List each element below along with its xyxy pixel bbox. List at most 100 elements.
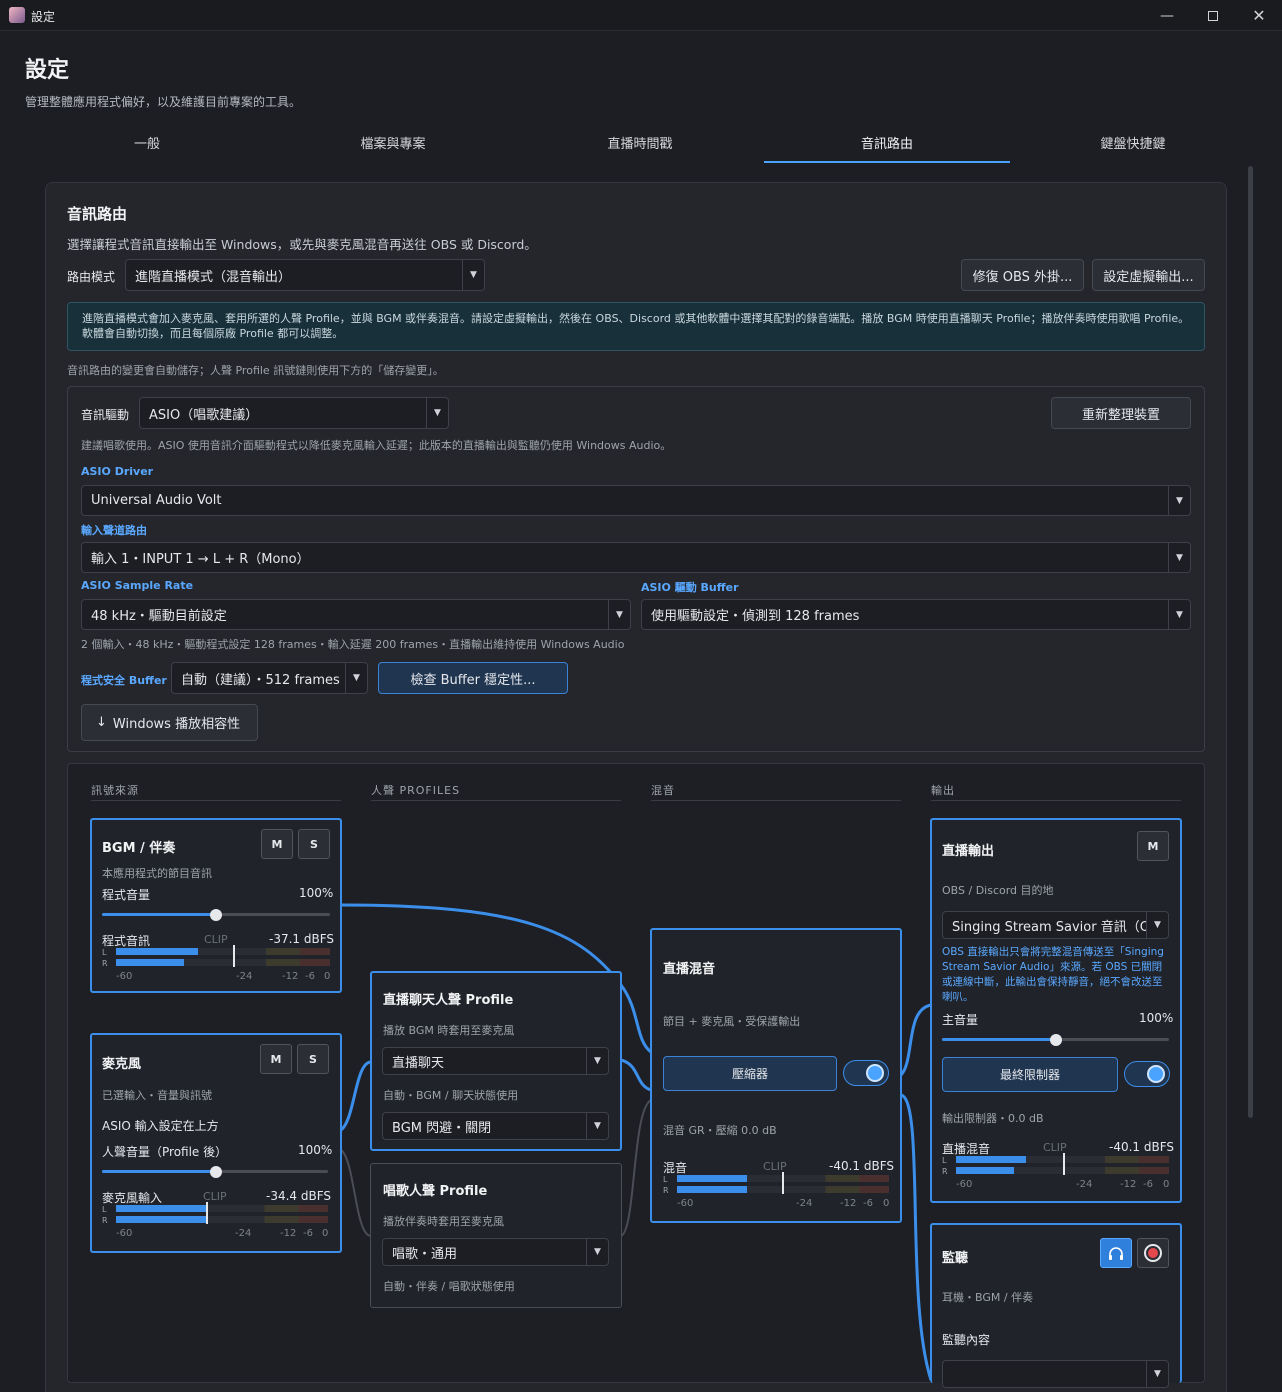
scale-label: -60 (116, 971, 133, 982)
master-volume-label: 主音量 (942, 1013, 979, 1027)
ch-r: R (663, 1186, 669, 1195)
chat-profile-select[interactable]: 直播聊天 ▼ (382, 1047, 609, 1075)
bgm-db: -37.1 dBFS (269, 932, 335, 946)
stream-output-select[interactable]: Singing Stream Savior 音訊（O ▼ (942, 911, 1169, 939)
mix-title: 直播混音 (663, 962, 716, 977)
chevron-down-icon: ▼ (586, 1048, 608, 1074)
scale-label: -12 (280, 1228, 297, 1239)
ch-r: R (102, 1216, 108, 1225)
limiter-button[interactable]: 最終限制器 (942, 1057, 1118, 1092)
mic-solo-button[interactable]: S (297, 1044, 329, 1074)
mic-volume-label: 人聲音量（Profile 後） (102, 1145, 228, 1159)
stream-output-value: Singing Stream Savior 音訊（O (952, 919, 1146, 935)
scale-label: 0 (1163, 1179, 1170, 1190)
wire-mic-to-chat (339, 1060, 372, 1132)
chevron-down-icon: ▼ (1146, 912, 1168, 938)
mic-meter-label: 麥克風輸入 (102, 1191, 163, 1205)
stream-mute-button[interactable]: M (1137, 831, 1169, 861)
bgm-solo-button[interactable]: S (298, 829, 330, 859)
ducking-value: BGM 閃避・關閉 (392, 1120, 492, 1136)
record-icon[interactable] (1137, 1238, 1169, 1268)
sing-profile-title: 唱歌人聲 Profile (383, 1184, 488, 1199)
chevron-down-icon: ▼ (1146, 1361, 1168, 1387)
mic-mute-button[interactable]: M (260, 1044, 292, 1074)
wire-chat-to-mix-a (619, 984, 653, 1054)
mix-meter-r-fill (677, 1186, 747, 1193)
ducking-select[interactable]: BGM 閃避・關閉 ▼ (382, 1112, 609, 1140)
sing-profile-select[interactable]: 唱歌・通用 ▼ (382, 1238, 609, 1266)
mic-volume-knob[interactable] (210, 1166, 222, 1178)
ch-r: R (102, 959, 108, 968)
ch-l: L (663, 1175, 668, 1184)
mic-meter-r-fill (116, 1216, 207, 1223)
sing-profile-auto: 自動・伴奏 / 唱歌狀態使用 (383, 1280, 515, 1293)
scale-label: -24 (796, 1198, 813, 1209)
monitor-title: 監聽 (942, 1251, 969, 1266)
limiter-note: 輸出限制器・0.0 dB (942, 1112, 1044, 1125)
bgm-title: BGM / 伴奏 (102, 841, 176, 856)
wire-mic-to-sing (340, 1149, 372, 1237)
bgm-volume-knob[interactable] (210, 909, 222, 921)
mix-gr: 混音 GR・壓縮 0.0 dB (663, 1124, 777, 1137)
scale-label: -60 (116, 1228, 133, 1239)
mic-peak-marker (206, 1202, 208, 1224)
stream-peak-marker (1063, 1153, 1065, 1175)
scale-label: -24 (235, 1228, 252, 1239)
mic-asio-note: ASIO 輸入設定在上方 (102, 1119, 219, 1133)
bgm-mute-button[interactable]: M (261, 829, 293, 859)
mix-db: -40.1 dBFS (829, 1159, 895, 1173)
bgm-peak-marker (233, 945, 235, 967)
mic-db: -34.4 dBFS (266, 1189, 332, 1203)
stream-output-note: OBS 直接輸出只會將完整混音傳送至「Singing Stream Savior… (942, 946, 1164, 1003)
sing-profile-subtitle: 播放伴奏時套用至麥克風 (383, 1215, 504, 1228)
wire-mix-to-stream (899, 1003, 932, 1077)
mix-meter-label: 混音 (663, 1161, 688, 1175)
wire-sing-to-mix (620, 1099, 652, 1237)
monitor-subtitle: 耳機・BGM / 伴奏 (942, 1291, 1034, 1304)
chat-profile-subtitle: 播放 BGM 時套用至麥克風 (383, 1024, 515, 1037)
mix-peak-marker (782, 1172, 784, 1194)
mix-subtitle: 節目 + 麥克風・受保護輸出 (663, 1015, 801, 1028)
scale-label: -6 (303, 1228, 313, 1239)
ch-l: L (102, 1205, 107, 1214)
chat-profile-title: 直播聊天人聲 Profile (383, 993, 514, 1008)
bgm-volume-label: 程式音量 (102, 888, 151, 902)
scale-label: -6 (1143, 1179, 1153, 1190)
mic-title: 麥克風 (102, 1057, 142, 1072)
monitor-content-label: 監聽內容 (942, 1333, 991, 1347)
scale-label: 0 (883, 1198, 890, 1209)
scale-label: 0 (322, 1228, 329, 1239)
limiter-toggle-knob (1147, 1065, 1165, 1083)
compressor-button[interactable]: 壓縮器 (663, 1056, 837, 1091)
sing-profile-value: 唱歌・通用 (392, 1246, 458, 1262)
monitor-content-select[interactable]: ▼ (942, 1360, 1169, 1388)
wire-mix-to-monitor (900, 1093, 933, 1381)
master-volume-knob[interactable] (1050, 1034, 1062, 1046)
chat-profile-auto: 自動・BGM / 聊天狀態使用 (383, 1089, 519, 1102)
mic-subtitle: 已選輸入・音量與訊號 (102, 1089, 212, 1102)
chevron-down-icon: ▼ (586, 1113, 608, 1139)
scale-label: -60 (677, 1198, 694, 1209)
mic-volume-fill (102, 1170, 215, 1173)
ch-l: L (102, 948, 107, 957)
stream-output-subtitle: OBS / Discord 目的地 (942, 884, 1054, 897)
scale-label: -12 (1120, 1179, 1137, 1190)
scale-label: -60 (956, 1179, 973, 1190)
scale-label: -24 (236, 971, 253, 982)
bgm-volume-fill (102, 913, 216, 916)
stream-meter-r-fill (956, 1167, 1014, 1174)
bgm-meter-r-fill (116, 959, 184, 966)
scale-label: -6 (863, 1198, 873, 1209)
master-volume-value: 100% (1139, 1011, 1174, 1025)
mix-meter-l-fill (677, 1175, 747, 1182)
wire-chat-to-mix-b (620, 1058, 652, 1092)
bgm-meter-label: 程式音訊 (102, 934, 151, 948)
mic-meter-l-fill (116, 1205, 207, 1212)
compressor-toggle-knob (866, 1064, 884, 1082)
ch-l: L (942, 1156, 947, 1165)
scale-label: -24 (1076, 1179, 1093, 1190)
stream-meter-l-fill (956, 1156, 1026, 1163)
chevron-down-icon: ▼ (586, 1239, 608, 1265)
headphones-icon[interactable] (1100, 1238, 1132, 1268)
chat-profile-value: 直播聊天 (392, 1055, 445, 1071)
